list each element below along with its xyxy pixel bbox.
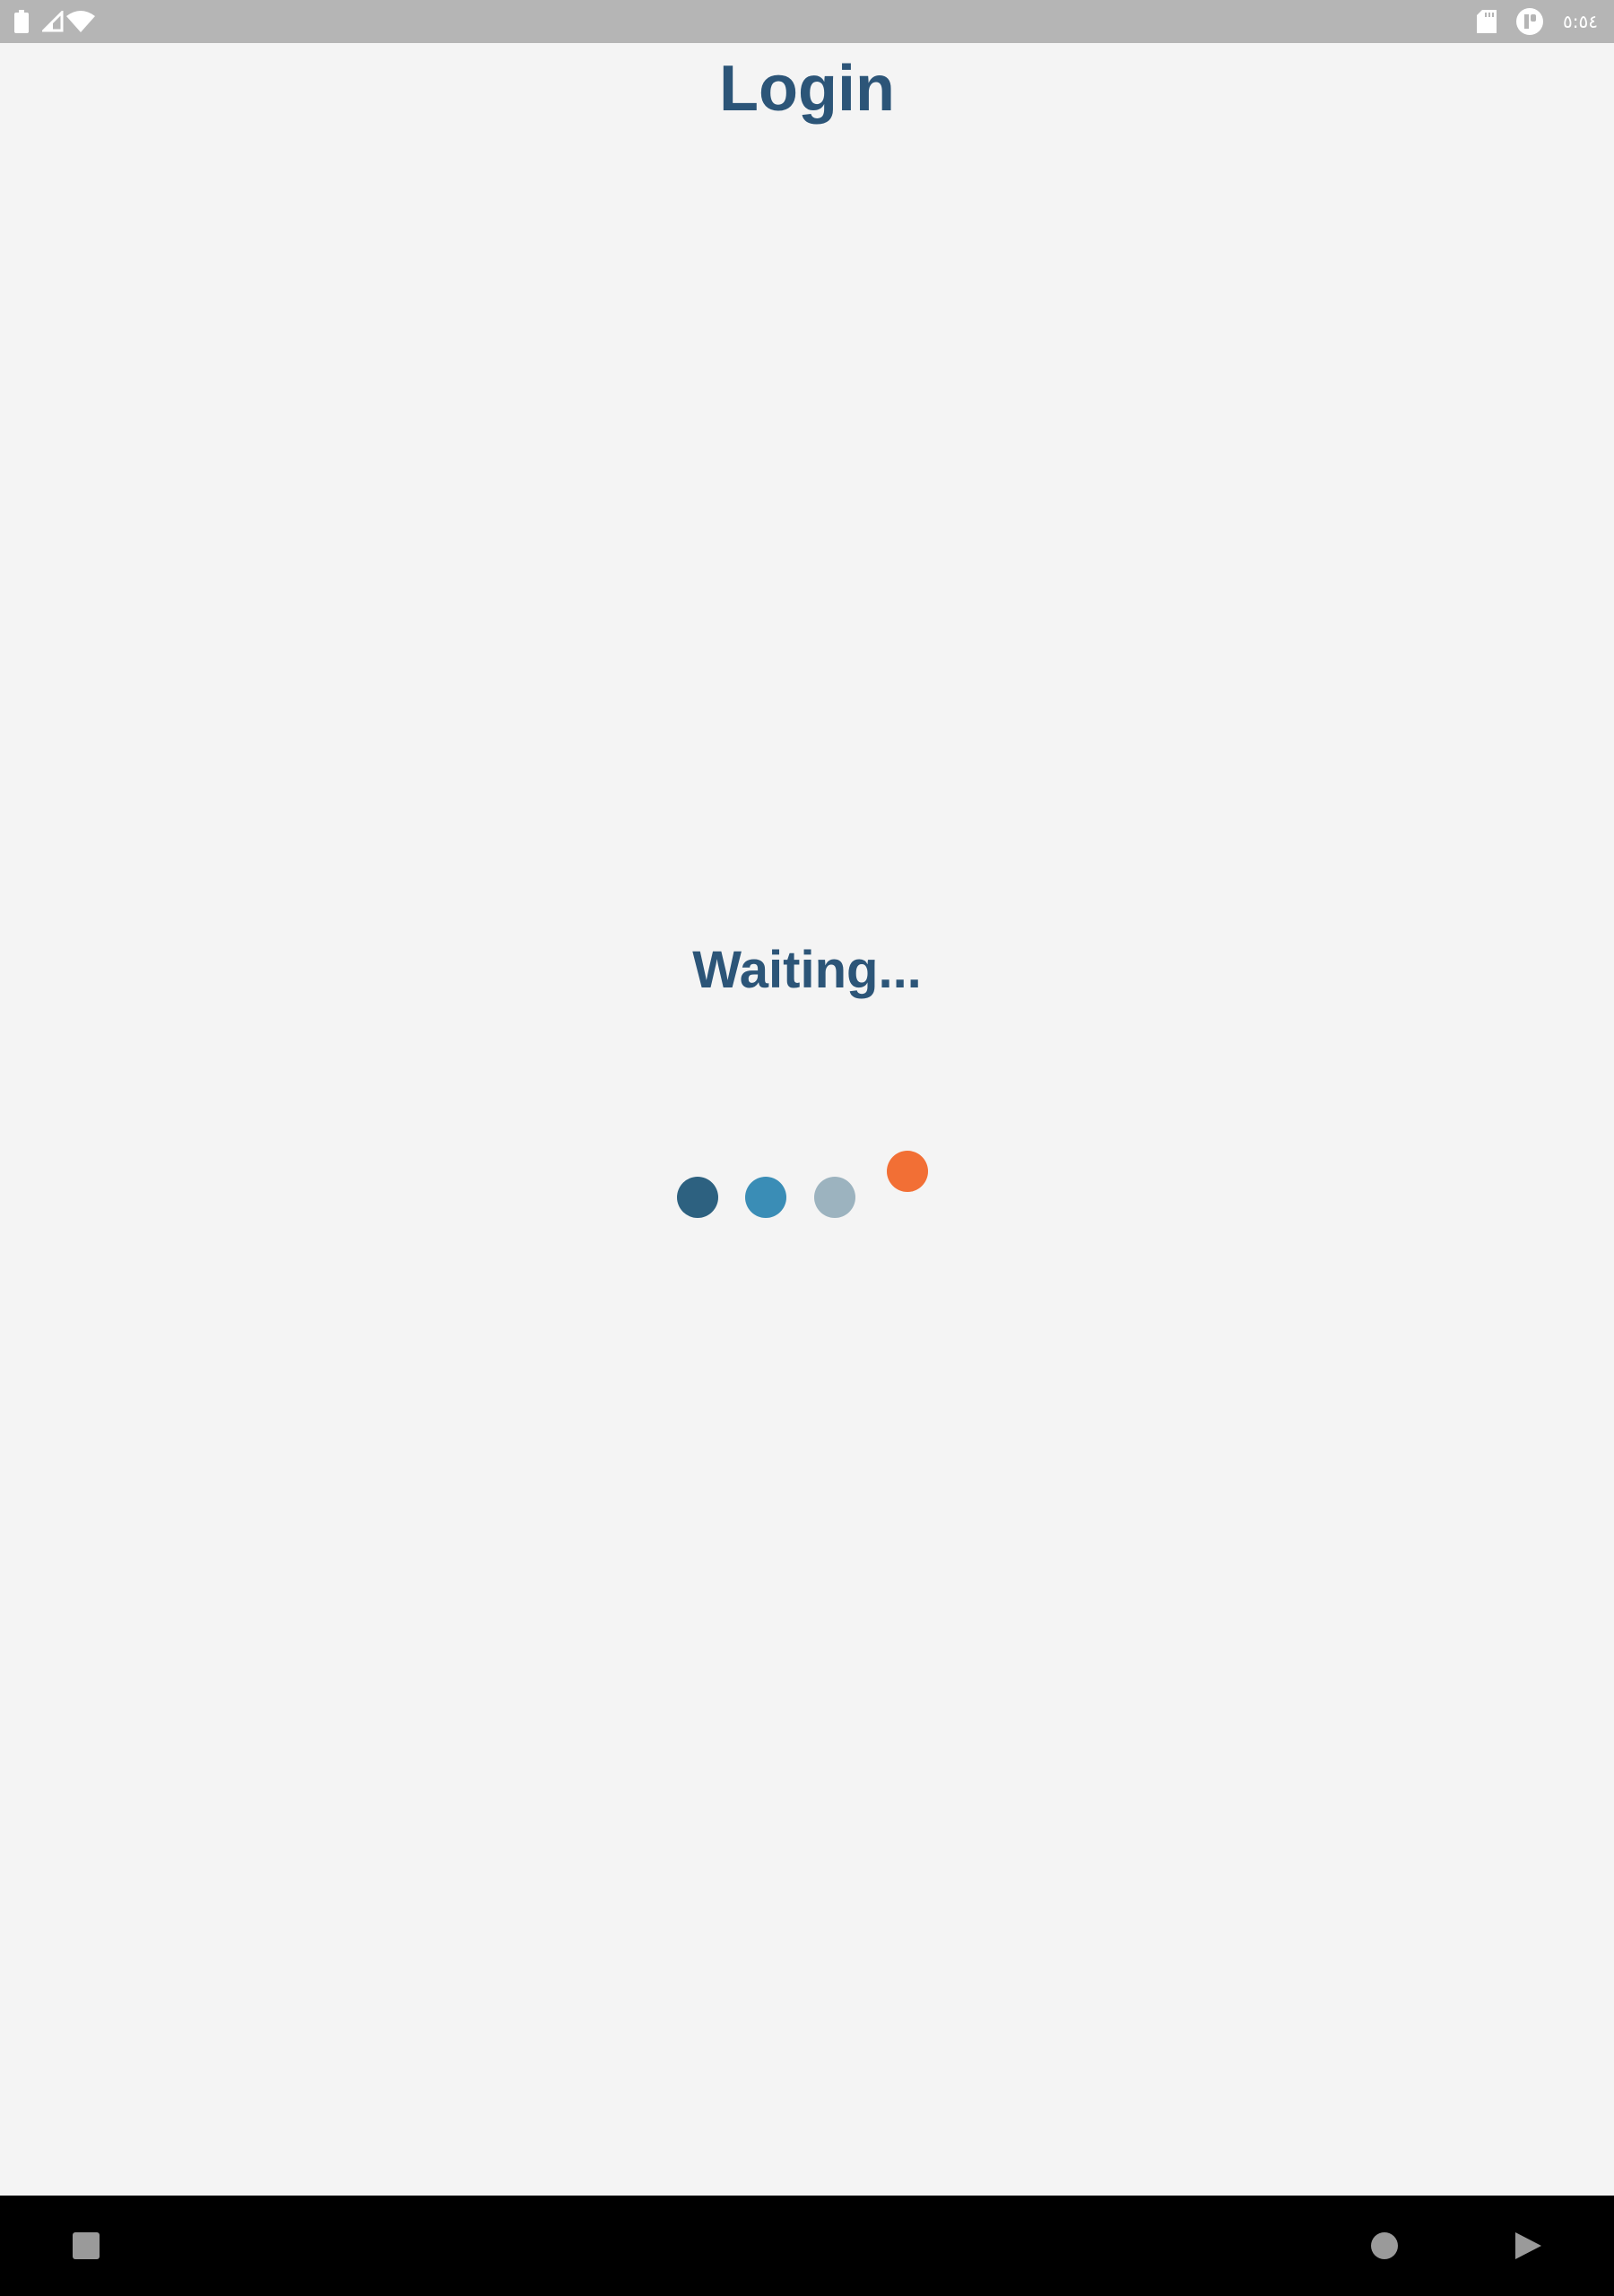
navigation-bar: [0, 2196, 1614, 2296]
login-screen: ٥:٥٤ Login Waiting...: [0, 0, 1614, 2296]
loading-indicator: [0, 0, 1614, 2296]
recents-button[interactable]: [36, 2196, 136, 2296]
signal-icon: [41, 0, 65, 43]
home-button[interactable]: [1334, 2196, 1435, 2296]
battery-icon: [13, 0, 30, 43]
wifi-icon: [65, 0, 97, 43]
loader-dot-3: [814, 1177, 855, 1218]
triangle-icon: [1515, 2232, 1541, 2259]
loader-dot-4: [887, 1151, 928, 1192]
page-title: Login: [719, 53, 895, 125]
status-time: ٥:٥٤: [1563, 11, 1598, 32]
status-bar: ٥:٥٤: [0, 0, 1614, 43]
loader-dot-2: [745, 1177, 786, 1218]
loader-dot-1: [677, 1177, 718, 1218]
app-notification-icon: [1514, 0, 1546, 43]
sd-card-icon: [1474, 0, 1499, 43]
circle-icon: [1371, 2232, 1398, 2259]
back-button[interactable]: [1478, 2196, 1578, 2296]
square-icon: [73, 2232, 100, 2259]
waiting-text: Waiting...: [692, 941, 922, 999]
